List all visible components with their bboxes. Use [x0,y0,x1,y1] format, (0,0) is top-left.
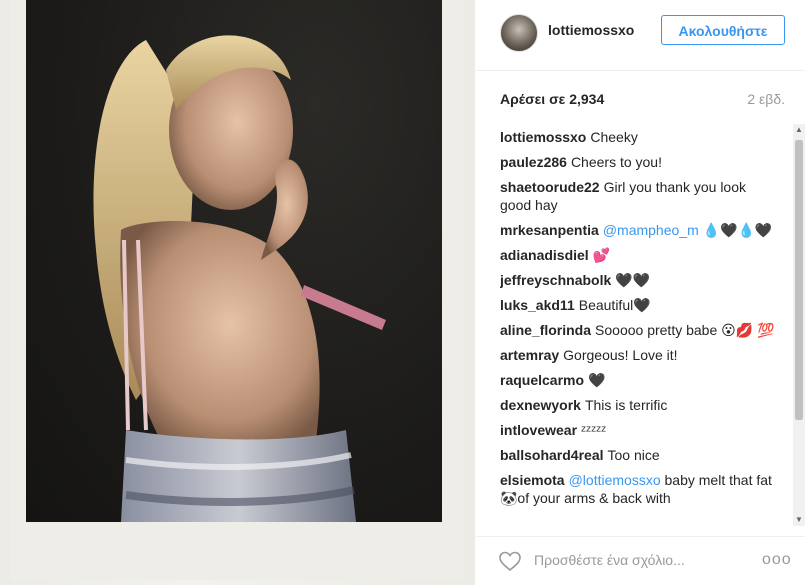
comment-text: Gorgeous! Love it! [563,347,678,363]
comments-scrollbar[interactable]: ▲ ▼ [793,124,805,526]
comment-item: elsiemota @lottiemossxo baby melt that fa… [500,471,780,507]
comment-username[interactable]: intlovewear [500,422,577,438]
comment-username[interactable]: elsiemota [500,472,565,488]
comment-text: This is terrific [584,397,668,413]
comment-item: artemray Gorgeous! Love it! [500,346,780,364]
comment-username[interactable]: shaetoorude22 [500,179,600,195]
comment-item: lottiemossxo Cheeky [500,128,780,146]
comment-text: ᶻᶻᶻᶻᶻ [581,422,607,438]
comment-item: raquelcarmo 🖤 [500,371,780,389]
post-photo[interactable] [0,0,475,585]
likes-row: Αρέσει σε 2,934 2 εβδ. [500,91,785,111]
comment-text: Cheeky [590,129,638,145]
comment-text: 💕 [592,247,611,263]
photo-image [26,0,442,522]
comment-item: dexnewyork This is terrific [500,396,780,414]
instagram-post-view: lottiemossxo Ακολουθήστε Αρέσει σε 2,934… [0,0,805,585]
comment-item: luks_akd11 Beautiful🖤 [500,296,780,314]
comment-username[interactable]: adianadisdiel [500,247,589,263]
woman-portrait-image [93,35,386,522]
scrollbar-thumb[interactable] [795,140,803,420]
comment-username[interactable]: raquelcarmo [500,372,584,388]
comment-username[interactable]: dexnewyork [500,397,581,413]
comment-item: mrkesanpentia @mampheo_m 💧🖤💧🖤 [500,221,780,239]
comment-mention[interactable]: @lottiemossxo [569,472,661,488]
comment-item: intlovewear ᶻᶻᶻᶻᶻ [500,421,780,439]
comment-text: Too nice [607,447,660,463]
comment-username[interactable]: mrkesanpentia [500,222,599,238]
comments-list: lottiemossxo Cheeky paulez286 Cheers to yo… [500,128,780,524]
comment-item: aline_florinda Sooooo pretty babe 😮💋 💯 [500,321,780,339]
comment-text: 🖤 [588,372,606,388]
scroll-down-arrow-icon[interactable]: ▼ [793,514,805,526]
avatar[interactable] [500,14,538,52]
comment-text: Sooooo pretty babe 😮💋 💯 [595,322,775,338]
post-details-panel: lottiemossxo Ακολουθήστε Αρέσει σε 2,934… [476,0,805,585]
post-footer: Προσθέστε ένα σχόλιο... ooo [476,536,805,586]
comment-text: Beautiful🖤 [578,297,651,313]
comment-item: shaetoorude22 Girl you thank you look goo… [500,178,780,214]
comment-item: adianadisdiel 💕 [500,246,780,264]
comment-username[interactable]: ballsohard4real [500,447,604,463]
heart-icon[interactable] [498,549,522,573]
post-age[interactable]: 2 εβδ. [747,91,785,107]
post-header: lottiemossxo Ακολουθήστε [476,0,805,71]
comment-username[interactable]: luks_akd11 [500,297,575,313]
comment-text: 💧🖤💧🖤 [698,222,773,238]
more-options-icon[interactable]: ooo [762,551,792,569]
comment-username[interactable]: lottiemossxo [500,129,586,145]
likes-count[interactable]: Αρέσει σε 2,934 [500,91,604,107]
add-comment-input[interactable]: Προσθέστε ένα σχόλιο... [534,552,685,568]
comment-text: Cheers to you! [570,154,662,170]
comment-username[interactable]: jeffreyschnabolk [500,272,611,288]
comment-item: ballsohard4real Too nice [500,446,780,464]
comment-item: jeffreyschnabolk 🖤🖤 [500,271,780,289]
comment-item: paulez286 Cheers to you! [500,153,780,171]
comment-username[interactable]: paulez286 [500,154,567,170]
comment-username[interactable]: aline_florinda [500,322,591,338]
scroll-up-arrow-icon[interactable]: ▲ [793,124,805,136]
post-username[interactable]: lottiemossxo [548,22,634,38]
comment-text: 🖤🖤 [615,272,651,288]
follow-button[interactable]: Ακολουθήστε [661,15,785,45]
comment-username[interactable]: artemray [500,347,559,363]
comment-mention[interactable]: @mampheo_m [603,222,699,238]
